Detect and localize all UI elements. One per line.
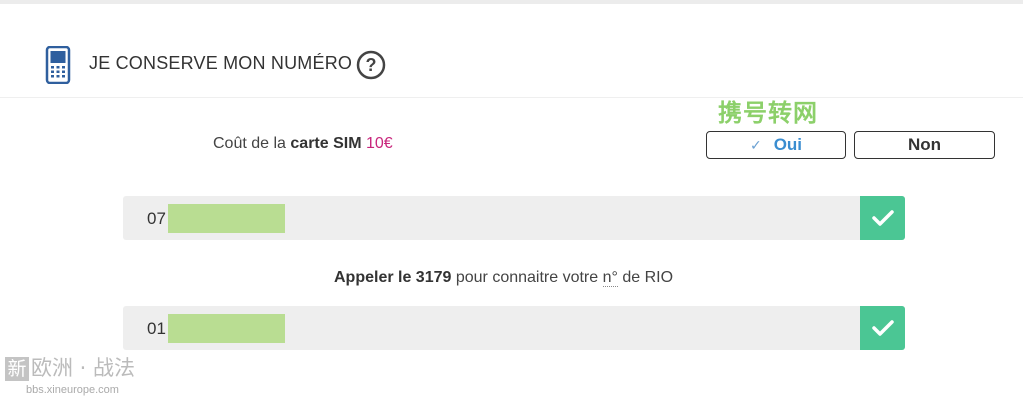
question-mark-icon[interactable]: ? xyxy=(356,50,386,80)
oui-label: Oui xyxy=(773,135,803,154)
check-icon: ✓ xyxy=(749,136,762,153)
valid-check-icon xyxy=(860,306,905,350)
rio-hint-text: pour connaitre votre xyxy=(451,269,603,286)
sim-price: 10€ xyxy=(365,135,393,152)
watermark-url: bbs.xineurope.com xyxy=(26,384,119,396)
watermark-logo-char: 新 xyxy=(5,357,29,381)
watermark-text: 携号转网 xyxy=(718,99,818,127)
sim-cost-prefix: Coût de la xyxy=(213,135,286,152)
oui-button[interactable]: ✓ Oui xyxy=(706,131,846,159)
phone-number-prefix: 07 xyxy=(147,209,166,228)
section-title: JE CONSERVE MON NUMÉRO xyxy=(89,53,353,73)
rio-code-field[interactable]: 01 xyxy=(123,306,905,350)
top-divider xyxy=(0,0,1023,4)
non-label: Non xyxy=(907,135,942,154)
watermark-logo: 新欧洲 · 战法 xyxy=(5,352,135,382)
mobile-phone-icon xyxy=(45,46,71,84)
sim-cost-label: Coût de la carte SIM 10€ xyxy=(213,135,393,153)
redaction-box xyxy=(168,204,285,233)
rio-code-prefix: 01 xyxy=(147,319,166,338)
rio-abbr: n° xyxy=(602,269,618,287)
section-header: JE CONSERVE MON NUMÉRO ? xyxy=(0,30,1023,98)
svg-text:?: ? xyxy=(366,55,377,75)
rio-hint-bold: Appeler le 3179 xyxy=(334,269,452,286)
rio-hint: Appeler le 3179 pour connaitre votre n° … xyxy=(334,269,673,287)
watermark-logo-text: 欧洲 · 战法 xyxy=(31,356,136,380)
phone-number-field[interactable]: 07 xyxy=(123,196,905,240)
non-button[interactable]: Non xyxy=(854,131,995,159)
redaction-box xyxy=(168,314,285,343)
valid-check-icon xyxy=(860,196,905,240)
rio-hint-suffix: de RIO xyxy=(617,269,674,286)
sim-cost-bold: carte SIM xyxy=(290,135,362,152)
